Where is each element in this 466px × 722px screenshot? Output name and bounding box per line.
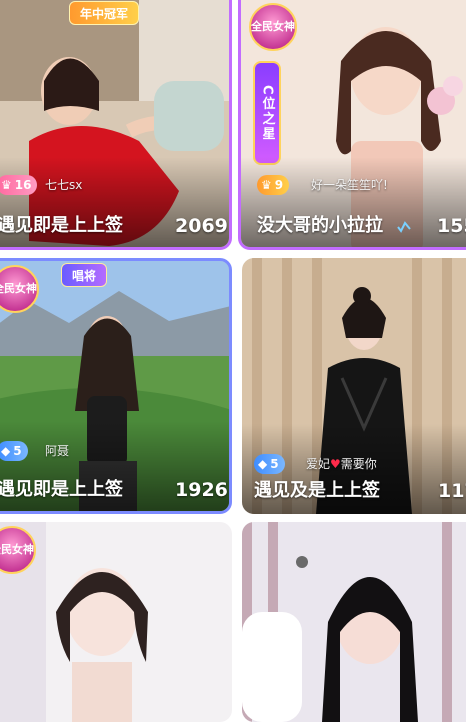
host-name: 阿聂 <box>45 444 70 458</box>
c-position-star-tag: C位之星 <box>253 61 281 165</box>
stream-title: 没大哥的小拉拉 <box>257 215 383 236</box>
live-wave-icon <box>397 221 411 233</box>
national-goddess-badge: 全民女神 <box>249 3 297 51</box>
crown-icon: ♛ <box>261 178 272 192</box>
level-badge: ◆ 5 <box>0 441 28 461</box>
singer-ribbon: 唱将 <box>61 263 108 287</box>
viewer-count: 117 <box>438 480 466 502</box>
level-badge: ♛ 16 <box>0 175 38 195</box>
viewer-count: 155 <box>437 215 466 237</box>
live-card-1[interactable]: 年中冠军 ♛ 16 七七sx 遇见即是上上签 2069 <box>0 0 232 250</box>
host-name: 好一朵笙笙吖! <box>311 178 388 192</box>
host-name: 七七sx <box>45 178 83 192</box>
stream-title: 遇见即是上上签 <box>0 479 123 500</box>
stream-thumbnail <box>242 522 466 722</box>
diamond-icon: ◆ <box>1 444 11 458</box>
live-card-3[interactable]: 全民女神 唱将 ◆ 5 阿聂 遇见即是上上签 1926 <box>0 258 232 514</box>
crown-icon: ♛ <box>1 178 12 192</box>
level-badge: ◆ 5 <box>254 454 285 474</box>
live-card-4[interactable]: ◆ 5 爱妃♥需要你 遇见及是上上签 117 <box>242 258 466 514</box>
live-card-2[interactable]: 全民女神 C位之星 ♛ 9 好一朵笙笙吖! 没大哥的小拉拉 155 <box>238 0 466 250</box>
live-card-5[interactable]: 全民女神 <box>0 522 232 722</box>
level-badge: ♛ 9 <box>257 175 290 195</box>
viewer-count: 2069 <box>175 215 228 237</box>
heart-icon: ♥ <box>330 457 341 471</box>
live-card-6[interactable] <box>242 522 466 722</box>
diamond-icon: ◆ <box>258 457 268 471</box>
host-name: 爱妃♥需要你 <box>306 457 377 471</box>
viewer-count: 1926 <box>175 479 228 501</box>
annual-champion-ribbon: 年中冠军 <box>69 1 140 25</box>
stream-title: 遇见及是上上签 <box>254 480 380 501</box>
stream-title: 遇见即是上上签 <box>0 215 123 236</box>
